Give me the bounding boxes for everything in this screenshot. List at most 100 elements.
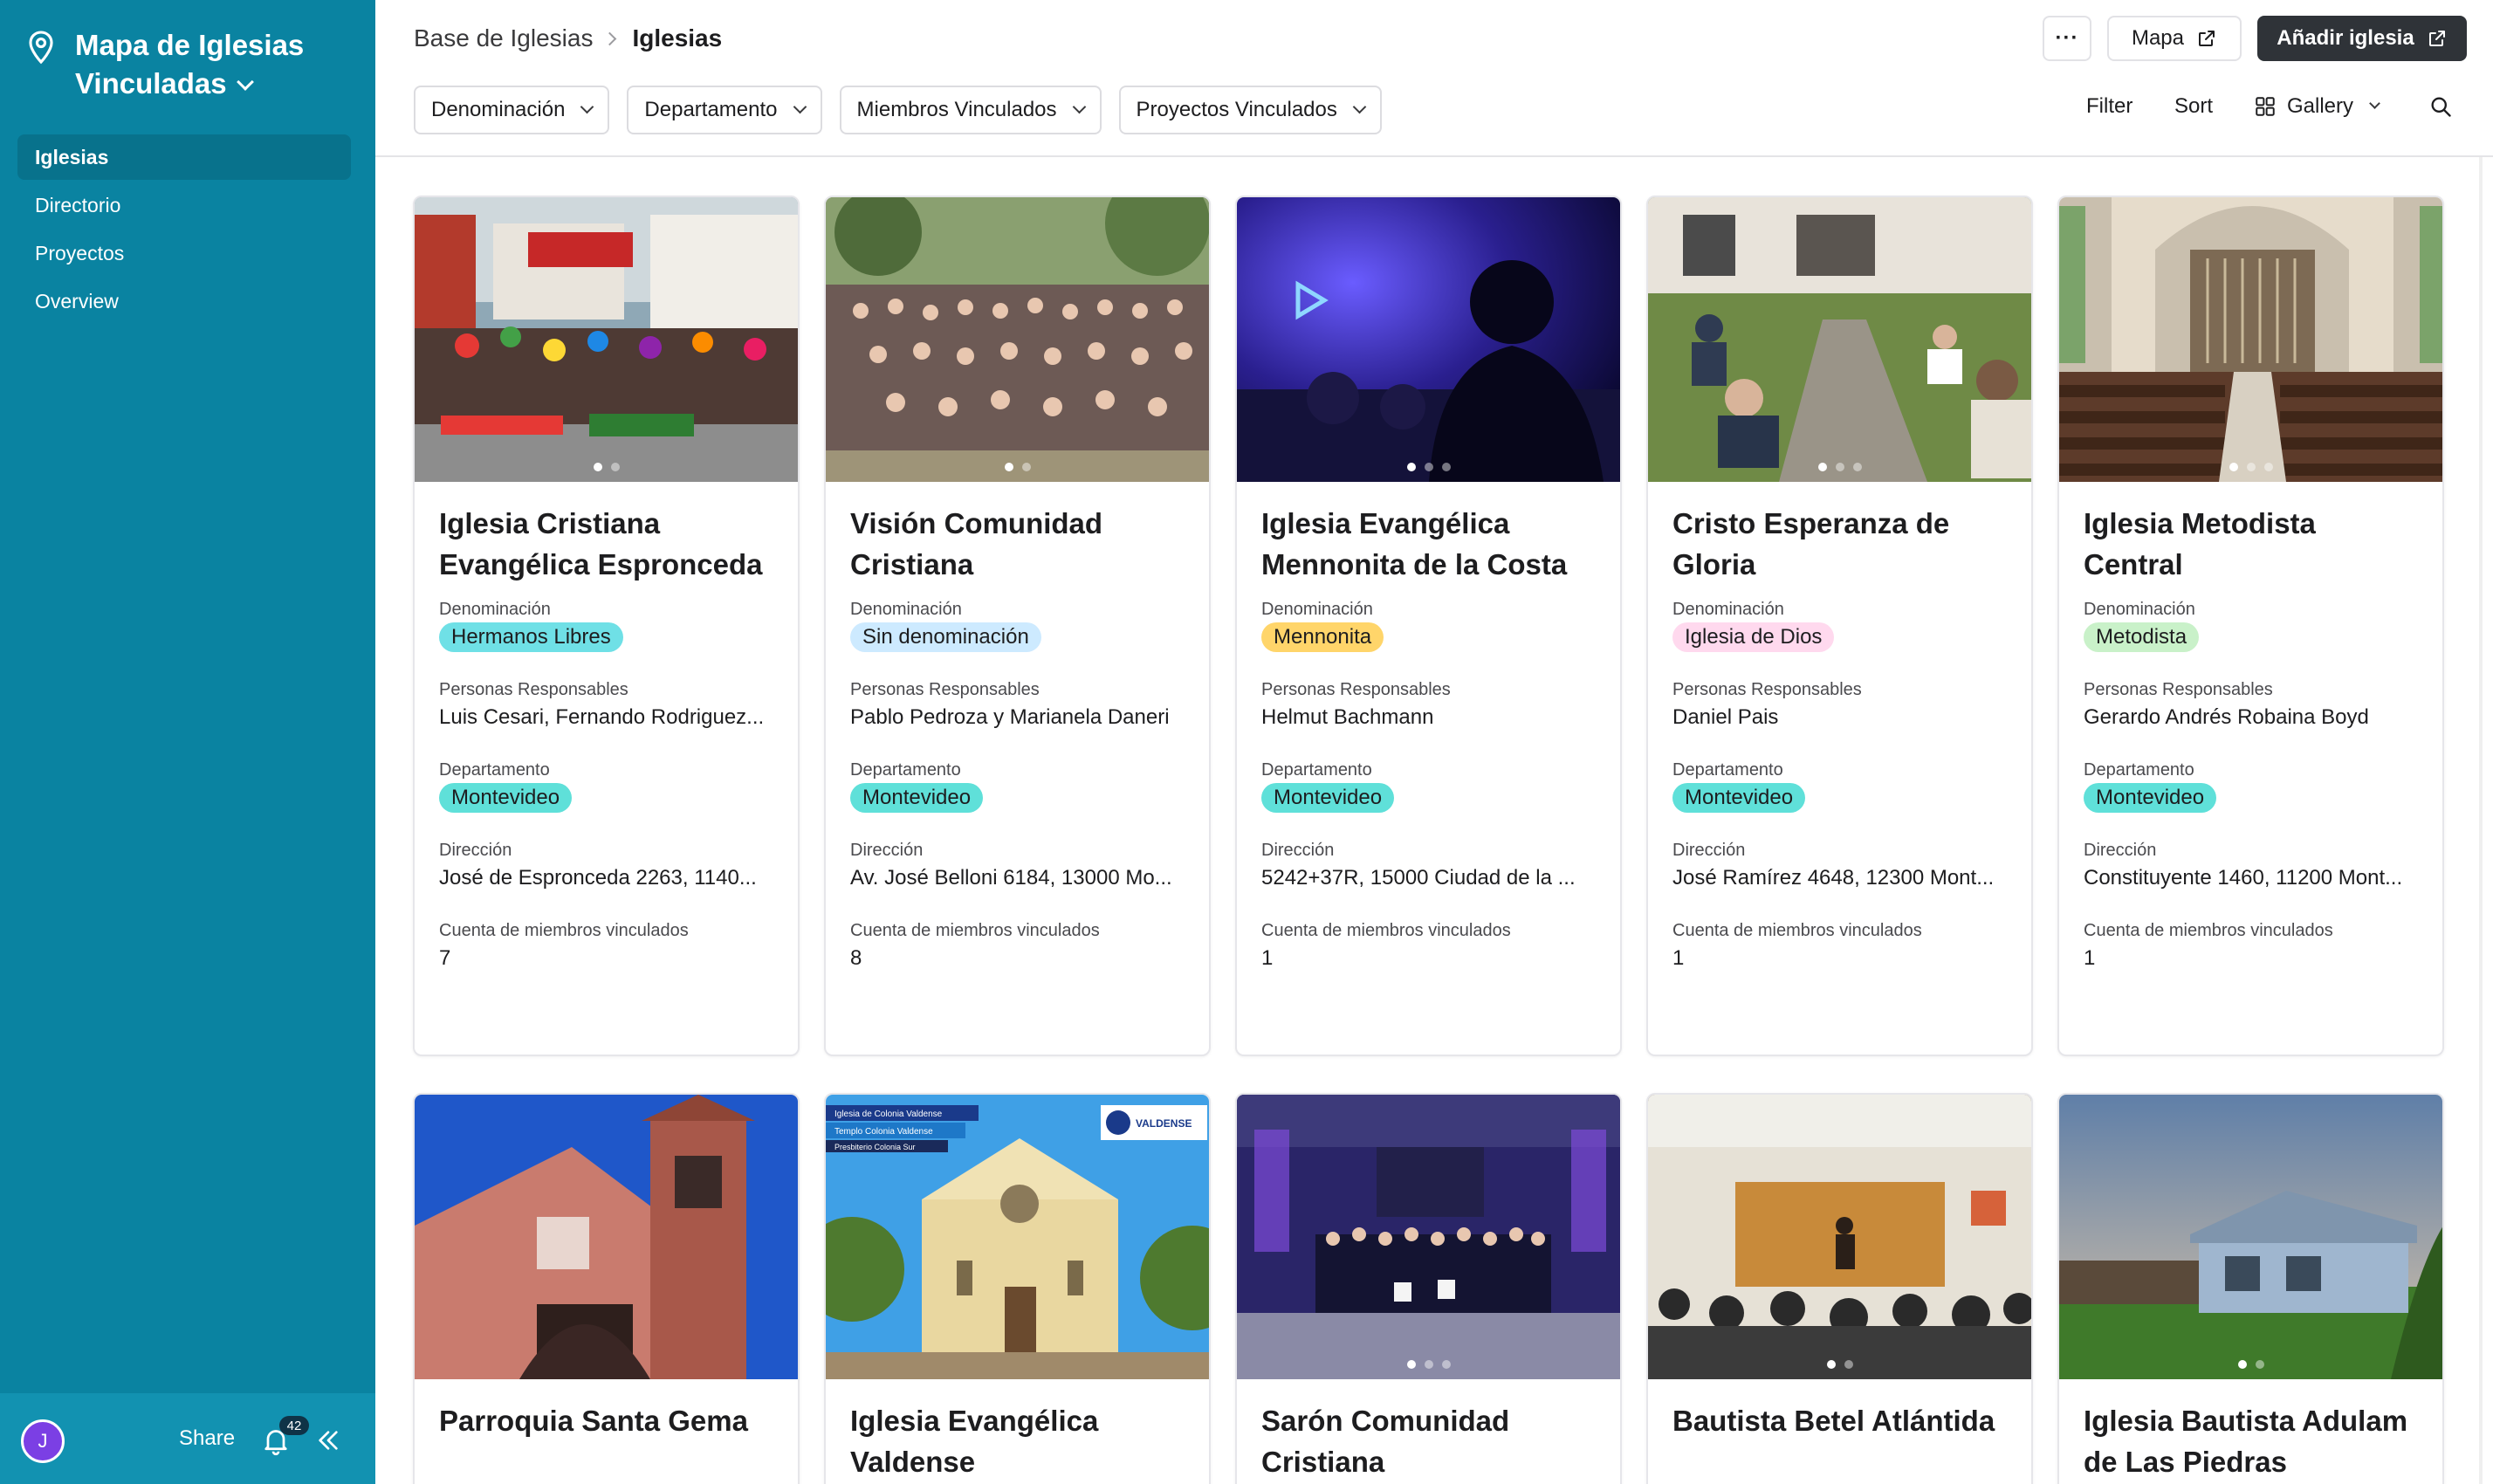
- church-card[interactable]: Iglesia Bautista Adulam de Las Piedras: [2057, 1093, 2444, 1484]
- field-label: Denominación: [1672, 600, 1784, 619]
- church-card[interactable]: Bautista Betel Atlántida: [1646, 1093, 2033, 1484]
- filter-miembros-vinculados[interactable]: Miembros Vinculados: [839, 86, 1102, 134]
- sidebar-item-iglesias[interactable]: Iglesias: [17, 134, 351, 180]
- departamento-tag: Montevideo: [2084, 783, 2217, 813]
- top-bar: Base de Iglesias Iglesias ··· Mapa Añadi…: [375, 0, 2493, 157]
- field-label: Cuenta de miembros vinculados: [1261, 921, 1511, 940]
- app-title: Mapa de Iglesias Vinculadas: [75, 29, 305, 100]
- group-on-stage-photo[interactable]: [1237, 1095, 1620, 1379]
- valdense-church-facade-photo[interactable]: Iglesia de Colonia Valdense Templo Colon…: [826, 1095, 1209, 1379]
- personas-value: Helmut Bachmann: [1261, 705, 1434, 729]
- cuenta-value: 1: [2084, 946, 2096, 970]
- chevron-down-icon: [1352, 100, 1367, 113]
- filter-departamento[interactable]: Departamento: [627, 86, 822, 134]
- map-button[interactable]: Mapa: [2107, 16, 2242, 61]
- carousel-dots[interactable]: [593, 463, 620, 471]
- field-label: Dirección: [2084, 841, 2157, 860]
- filter-label: Miembros Vinculados: [856, 98, 1057, 121]
- cuenta-value: 1: [1261, 946, 1274, 970]
- large-group-outdoor-photo[interactable]: [826, 197, 1209, 482]
- chevron-down-icon: [1072, 100, 1086, 113]
- search-button[interactable]: [2428, 94, 2453, 119]
- workspace-title[interactable]: Mapa de Iglesias Vinculadas: [26, 26, 337, 103]
- congregation-meeting-photo[interactable]: [1648, 1095, 2031, 1379]
- sidebar-item-proyectos[interactable]: Proyectos: [17, 230, 351, 276]
- departamento-tag: Montevideo: [850, 783, 984, 813]
- more-options-button[interactable]: ···: [2043, 16, 2091, 61]
- filter-bar: Denominación Departamento Miembros Vincu…: [414, 86, 1382, 134]
- church-card[interactable]: Sarón Comunidad Cristiana: [1235, 1093, 1622, 1484]
- direccion-value: Av. José Belloni 6184, 13000 Mo...: [850, 866, 1172, 890]
- church-name: Bautista Betel Atlántida: [1672, 1405, 1995, 1437]
- location-pin-icon: [29, 31, 53, 65]
- church-name: Cristo Esperanza de Gloria: [1672, 507, 1950, 581]
- church-card[interactable]: Iglesia Evangélica Mennonita de la Costa…: [1235, 196, 1622, 1056]
- valdense-logo-text: VALDENSE: [1136, 1117, 1192, 1130]
- sidebar-item-overview[interactable]: Overview: [17, 278, 351, 324]
- chevron-down-icon: [2369, 97, 2380, 109]
- church-card[interactable]: Parroquia Santa Gema: [413, 1093, 800, 1484]
- church-name: Iglesia Evangélica Mennonita de la Costa: [1261, 507, 1568, 581]
- carousel-dots[interactable]: [1817, 463, 1862, 471]
- field-label: Personas Responsables: [1261, 680, 1451, 699]
- vertical-scrollbar[interactable]: [2479, 157, 2483, 1484]
- field-label: Dirección: [439, 841, 512, 860]
- church-card[interactable]: Iglesia Cristiana Evangélica Espronceda …: [413, 196, 800, 1056]
- church-interior-photo[interactable]: [2059, 197, 2442, 482]
- denominacion-tag: Hermanos Libres: [439, 622, 623, 652]
- field-label: Denominación: [850, 600, 962, 619]
- field-label: Departamento: [1672, 760, 1783, 780]
- cuenta-value: 8: [850, 946, 862, 970]
- add-church-button[interactable]: Añadir iglesia: [2257, 16, 2467, 61]
- sort-button[interactable]: Sort: [2174, 94, 2213, 119]
- breadcrumb-parent[interactable]: Base de Iglesias: [414, 24, 593, 52]
- map-button-label: Mapa: [2131, 26, 2185, 50]
- filter-proyectos-vinculados[interactable]: Proyectos Vinculados: [1118, 86, 1382, 134]
- field-label: Cuenta de miembros vinculados: [850, 921, 1100, 940]
- image-caption-line: Presbiterio Colonia Sur: [834, 1143, 916, 1151]
- carousel-dots[interactable]: [1826, 1360, 1853, 1369]
- sidebar-footer: J Share 42: [0, 1393, 375, 1484]
- garden-meeting-photo[interactable]: [1648, 197, 2031, 482]
- community-celebration-photo[interactable]: [415, 197, 798, 482]
- chevron-down-icon: [793, 100, 807, 113]
- image-caption-line: Iglesia de Colonia Valdense: [834, 1110, 943, 1119]
- filter-denominacion[interactable]: Denominación: [414, 86, 610, 134]
- image-caption-line: Templo Colonia Valdense: [834, 1127, 933, 1137]
- personas-value: Luis Cesari, Fernando Rodriguez...: [439, 705, 765, 729]
- breadcrumb: Base de Iglesias Iglesias: [414, 24, 722, 52]
- brick-church-tower-photo[interactable]: [415, 1095, 798, 1379]
- field-label: Dirección: [850, 841, 924, 860]
- field-label: Departamento: [2084, 760, 2194, 780]
- church-name: Iglesia Metodista Central: [2084, 507, 2316, 581]
- departamento-tag: Montevideo: [1672, 783, 1806, 813]
- carousel-dots[interactable]: [2237, 1360, 2264, 1369]
- church-card[interactable]: Iglesia Metodista Central Denominación Me…: [2057, 196, 2444, 1056]
- sidebar-item-directorio[interactable]: Directorio: [17, 182, 351, 228]
- church-card[interactable]: Cristo Esperanza de Gloria Denominación I…: [1646, 196, 2033, 1056]
- church-card[interactable]: Visión Comunidad Cristiana Denominación S…: [824, 196, 1211, 1056]
- departamento-tag: Montevideo: [439, 783, 573, 813]
- chevron-down-icon: [236, 73, 254, 91]
- gallery-grid-icon: [2256, 97, 2275, 116]
- carousel-dots[interactable]: [1004, 463, 1031, 471]
- field-label: Cuenta de miembros vinculados: [439, 921, 689, 940]
- carousel-dots[interactable]: [1406, 463, 1451, 471]
- collapse-sidebar-icon[interactable]: [314, 1426, 342, 1454]
- view-switcher[interactable]: Gallery: [2254, 94, 2380, 119]
- notification-count-badge: 42: [279, 1416, 309, 1435]
- personas-value: Pablo Pedroza y Marianela Daneri: [850, 705, 1170, 729]
- denominacion-tag: Iglesia de Dios: [1672, 622, 1835, 652]
- wooden-house-church-photo[interactable]: [2059, 1095, 2442, 1379]
- church-name: Iglesia Cristiana Evangélica Espronceda: [439, 507, 763, 581]
- user-avatar[interactable]: J: [21, 1419, 65, 1463]
- church-card[interactable]: Iglesia de Colonia Valdense Templo Colon…: [824, 1093, 1211, 1484]
- external-link-icon: [2199, 31, 2215, 46]
- worship-concert-photo[interactable]: [1237, 197, 1620, 482]
- carousel-dots[interactable]: [1406, 1360, 1451, 1369]
- filter-button[interactable]: Filter: [2086, 94, 2132, 119]
- share-button[interactable]: Share: [179, 1426, 235, 1451]
- church-name: Iglesia Evangélica Valdense: [850, 1405, 1099, 1478]
- carousel-dots[interactable]: [2229, 463, 2273, 471]
- field-label: Denominación: [1261, 600, 1373, 619]
